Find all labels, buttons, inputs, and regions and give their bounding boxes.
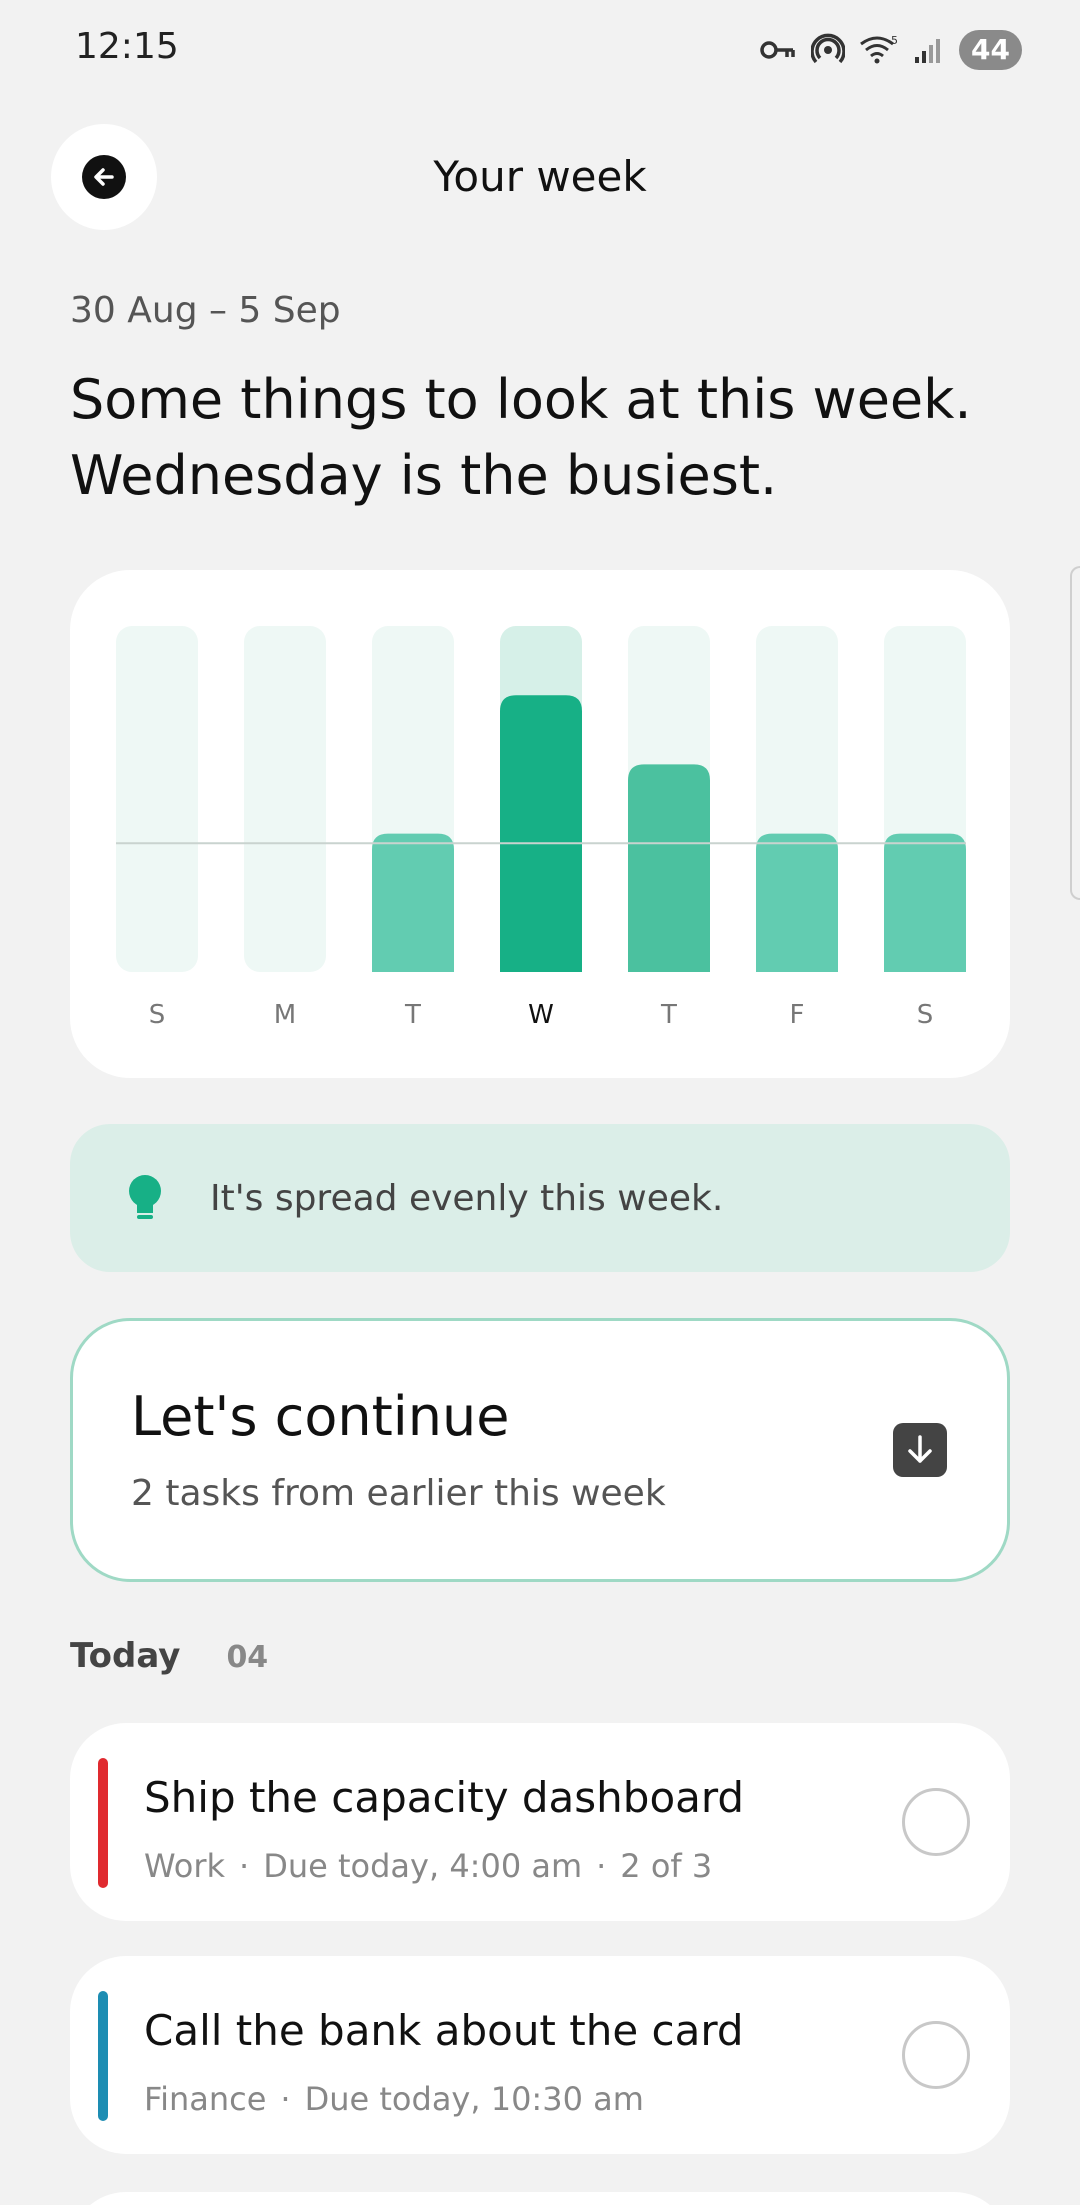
signal-icon <box>915 39 941 63</box>
svg-text:5: 5 <box>891 34 898 47</box>
day-label: T <box>405 1000 421 1030</box>
task-due: Due today, 4:00 am <box>263 1847 583 1885</box>
task-count: 04 <box>226 1640 269 1675</box>
date-range: 30 Aug – 5 Sep <box>70 290 341 331</box>
battery-indicator: 44 <box>959 30 1022 70</box>
task-card[interactable] <box>70 2192 1010 2205</box>
insight-banner: It's spread evenly this week. <box>70 1124 1010 1272</box>
bar-track <box>116 626 198 972</box>
task-category-accent <box>98 1758 108 1888</box>
task-progress: 2 of 3 <box>620 1847 713 1885</box>
day-label: T <box>661 1000 677 1030</box>
chart-canvas <box>116 626 966 972</box>
continue-title: Let's continue <box>131 1385 510 1448</box>
status-icons: 5 44 <box>759 30 1022 70</box>
task-title: Ship the capacity dashboard <box>144 1773 745 1822</box>
day-label: W <box>528 1000 554 1030</box>
bar-4 <box>628 764 710 972</box>
wifi-icon: 5 <box>860 34 898 64</box>
task-card[interactable]: Ship the capacity dashboard Work · Due tod… <box>70 1723 1010 1921</box>
bar-track <box>244 626 326 972</box>
task-category: Work <box>144 1847 226 1885</box>
today-section-header: Today 04 <box>70 1636 268 1676</box>
task-category: Finance <box>144 2080 267 2118</box>
hotspot-icon <box>811 33 846 64</box>
continue-subtitle: 2 tasks from earlier this week <box>131 1473 666 1514</box>
day-labels: SMTWTFS <box>70 1000 1010 1050</box>
insight-text: It's spread evenly this week. <box>210 1177 724 1219</box>
day-label: S <box>148 1000 166 1030</box>
week-headline: Some things to look at this week. Wednes… <box>70 368 972 507</box>
task-category-accent <box>98 1991 108 2121</box>
continue-card[interactable]: Let's continue 2 tasks from earlier this… <box>70 1318 1010 1582</box>
section-title: Today <box>70 1636 181 1676</box>
task-title: Call the bank about the card <box>144 2006 744 2055</box>
arrow-down-icon[interactable] <box>893 1423 947 1477</box>
task-meta: Work · Due today, 4:00 am · 2 of 3 <box>144 1847 713 1885</box>
task-checkbox[interactable] <box>902 2021 970 2089</box>
task-meta: Finance · Due today, 10:30 am <box>144 2080 644 2118</box>
day-label: S <box>916 1000 934 1030</box>
bar-2 <box>372 833 454 972</box>
lightbulb-icon <box>129 1175 161 1219</box>
day-label: F <box>789 1000 805 1030</box>
status-time: 12:15 <box>75 26 179 67</box>
task-checkbox[interactable] <box>902 1788 970 1856</box>
task-due: Due today, 10:30 am <box>304 2080 644 2118</box>
status-bar: 12:15 5 44 <box>0 0 1080 100</box>
edge-handle[interactable] <box>1070 566 1080 900</box>
bar-5 <box>756 833 838 972</box>
task-card[interactable]: Call the bank about the card Finance · Due… <box>70 1956 1010 2154</box>
bar-6 <box>884 833 966 972</box>
page-title: Your week <box>433 152 647 201</box>
day-label: M <box>273 1000 297 1030</box>
weekly-load-chart: SMTWTFS <box>70 570 1010 1078</box>
bar-3 <box>500 695 582 972</box>
key-icon <box>760 41 795 59</box>
